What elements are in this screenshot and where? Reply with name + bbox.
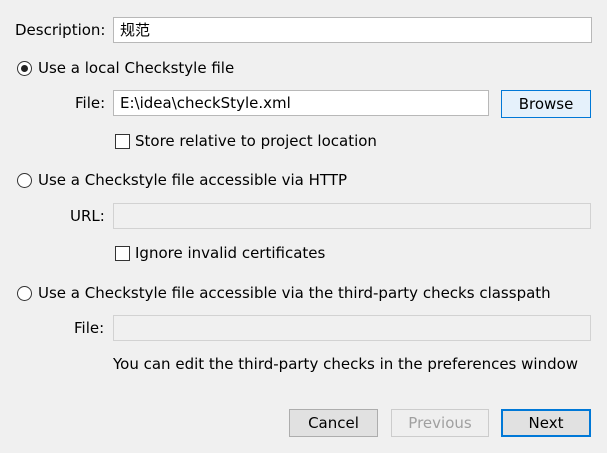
description-label: Description: (15, 21, 106, 39)
classpath-file-input[interactable] (113, 315, 591, 341)
local-file-input[interactable]: E:\idea\checkStyle.xml (113, 90, 489, 116)
ignore-certificates-label[interactable]: Ignore invalid certificates (135, 243, 325, 263)
local-file-option-label[interactable]: Use a local Checkstyle file (38, 58, 234, 78)
classpath-file-radio[interactable] (17, 286, 32, 301)
classpath-file-label: File: (74, 319, 105, 337)
ignore-certificates-checkbox[interactable] (115, 246, 130, 261)
url-input[interactable] (113, 203, 591, 229)
radio-selected-dot (21, 65, 28, 72)
store-relative-checkbox[interactable] (115, 134, 130, 149)
url-label: URL: (70, 207, 105, 225)
description-input[interactable]: 规范 (113, 17, 592, 43)
local-file-label: File: (75, 94, 106, 112)
next-button[interactable]: Next (501, 409, 591, 437)
third-party-hint-text: You can edit the third-party checks in t… (113, 355, 579, 373)
classpath-file-option-label[interactable]: Use a Checkstyle file accessible via the… (38, 283, 551, 303)
cancel-button[interactable]: Cancel (289, 409, 378, 437)
http-file-radio[interactable] (17, 173, 32, 188)
http-file-option-label[interactable]: Use a Checkstyle file accessible via HTT… (38, 170, 347, 190)
store-relative-label[interactable]: Store relative to project location (135, 131, 377, 151)
local-file-radio[interactable] (17, 61, 32, 76)
browse-button[interactable]: Browse (501, 90, 591, 118)
previous-button[interactable]: Previous (391, 409, 489, 437)
